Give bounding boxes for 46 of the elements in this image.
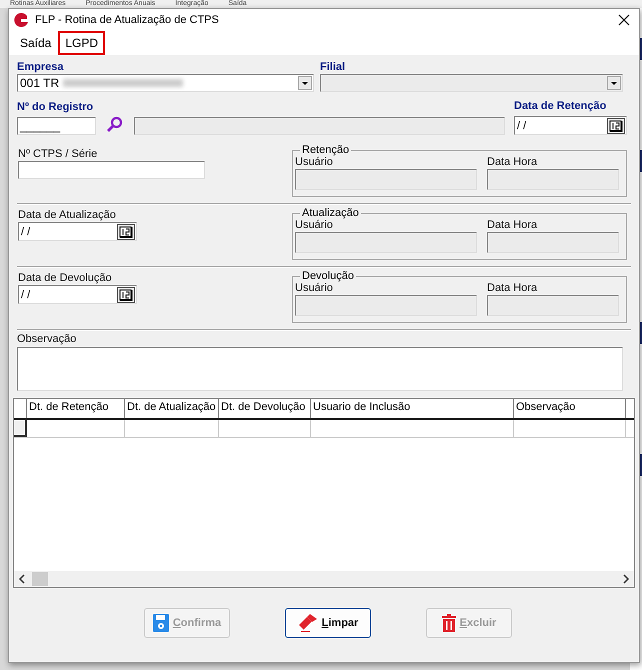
- field-label: Observação: [17, 333, 78, 346]
- field-label: Data Hora: [487, 219, 538, 232]
- column-header[interactable]: Usuario de Inclusão: [311, 399, 514, 418]
- app-logo-icon: [13, 12, 29, 28]
- column-header[interactable]: Dt. de Devolução: [219, 399, 311, 418]
- name-field[interactable]: [134, 117, 505, 135]
- field-label: Empresa: [17, 61, 64, 74]
- date-field[interactable]: / /: [18, 222, 137, 241]
- clear-button[interactable]: Limpar: [285, 608, 371, 638]
- window-title: FLP - Rotina de Atualização de CTPS: [35, 14, 220, 26]
- date-field[interactable]: / /: [514, 116, 627, 135]
- search-icon[interactable]: [106, 116, 124, 134]
- menu-item[interactable]: LGPD: [58, 31, 106, 55]
- scroll-right-icon[interactable]: [622, 574, 630, 584]
- field-label: Data Hora: [487, 282, 538, 295]
- column-header[interactable]: Observação: [514, 399, 626, 418]
- eraser-icon: [298, 614, 318, 632]
- trash-icon: [442, 614, 456, 632]
- row-indicator: [14, 420, 27, 437]
- group-title: Devolução: [301, 271, 355, 282]
- field-label: Usuário: [295, 156, 334, 169]
- column-header[interactable]: Dt. de Retenção: [27, 399, 125, 418]
- registration-field[interactable]: ______: [17, 117, 96, 135]
- field-label: Data de Atualização: [18, 209, 117, 222]
- ctps-field[interactable]: [18, 161, 205, 179]
- calendar-icon[interactable]: [117, 224, 135, 240]
- date-field[interactable]: / /: [18, 285, 137, 304]
- field-label: Data de Retenção: [514, 100, 608, 113]
- field-label: Usuário: [295, 282, 334, 295]
- calendar-icon[interactable]: [607, 118, 625, 134]
- horizontal-scrollbar[interactable]: [14, 571, 634, 587]
- calendar-icon[interactable]: [117, 286, 135, 302]
- field-label: Data de Devolução: [18, 272, 113, 285]
- field-label: Usuário: [295, 219, 334, 232]
- company-dropdown[interactable]: 001 TR: [17, 74, 314, 92]
- field-label: Nº CTPS / Série: [18, 148, 98, 161]
- field-label: Filial: [320, 61, 346, 74]
- scroll-left-icon[interactable]: [18, 574, 26, 584]
- column-header[interactable]: Dt. de Atualização: [125, 399, 219, 418]
- group-title: Atualização: [301, 208, 360, 219]
- notes-field[interactable]: [17, 347, 623, 391]
- scroll-thumb[interactable]: [32, 572, 48, 586]
- field-label: Data Hora: [487, 156, 538, 169]
- field-label: Nº do Registro: [17, 101, 94, 114]
- group-title: Retenção: [301, 145, 350, 156]
- menu-item[interactable]: Saída: [13, 31, 58, 55]
